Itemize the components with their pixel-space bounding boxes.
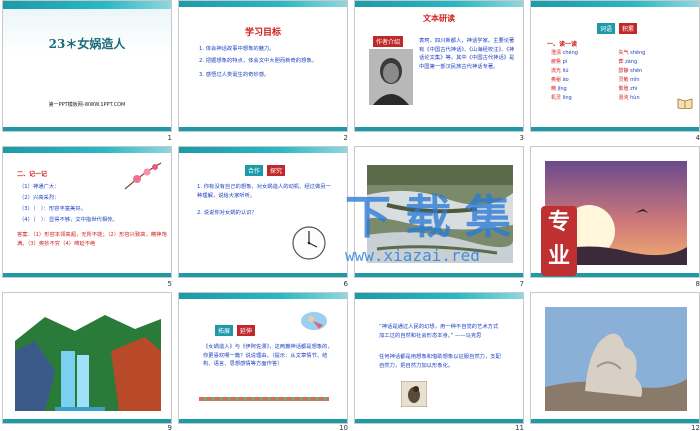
clock-icon — [292, 226, 326, 260]
slide-thumbnail-5[interactable]: 二、记一记 （1）神通广大： （2）兴高采烈： （3）（ ）：形容丰富美好。 （… — [2, 146, 172, 278]
slide-title: 23＊女娲造人 — [48, 37, 126, 51]
slide-top-bar — [355, 293, 523, 299]
book-icon — [677, 98, 693, 109]
slide-list-item: 1. 你有没有自己的想象，对女娲造人的动机、经过做另一种理解，说给大家听听。 — [197, 184, 331, 199]
slide-heading: 文本研读 — [423, 14, 455, 23]
slide-list-item: （3）（ ）：形容丰富美好。 — [19, 206, 86, 212]
slide-bottom-bar — [355, 127, 523, 131]
vocab-word: 疲惫 pí — [551, 59, 568, 65]
slide-list-item: 2. 把握想象的特点，体会文中大胆而新奇的想象。 — [199, 58, 317, 64]
vocab-word: 失气 shēng — [618, 50, 646, 56]
slide-bottom-bar — [3, 273, 171, 277]
extend-tag-2: 延伸 — [237, 325, 256, 336]
slide-list-item: （2）兴高采烈： — [19, 195, 60, 201]
waterfall-illustration — [15, 311, 161, 411]
slide-thumbnail-7[interactable] — [354, 146, 524, 278]
coop-tag-1: 合作 — [245, 165, 264, 176]
slide-number: 1 — [167, 134, 172, 142]
slide-number: 12 — [691, 424, 700, 431]
vocab-word: 奥秘 ào — [551, 77, 569, 83]
flower-border — [199, 397, 329, 401]
slide-list-item: （1）神通广大： — [19, 184, 60, 190]
slide-thumbnail-2[interactable]: 学习目标 1. 体会神话故事中想象的魅力。 2. 把握想象的特点，体会文中大胆而… — [178, 0, 348, 132]
vocab-word: 繁殖 zhí — [618, 86, 638, 92]
vocab-word: 醇静 shēn — [618, 68, 643, 74]
extend-tag-1: 拓展 — [215, 325, 234, 336]
quote-text: “神话是通过人民的幻想，用一种不自觉的艺术方式加工过的自然和社会形态本身。” —… — [379, 324, 499, 339]
slide-bottom-bar — [179, 273, 347, 277]
slide-list-item: 1. 体会神话故事中想象的魅力。 — [199, 46, 275, 52]
slide-thumbnail-9[interactable] — [2, 292, 172, 424]
vocab-word: 机灵 líng — [551, 95, 572, 101]
slide-top-bar — [355, 1, 523, 7]
author-tag: 作者介绍 — [373, 36, 404, 47]
slide-bottom-bar — [531, 127, 699, 131]
section-heading: 一、读一读 — [547, 41, 578, 48]
vocab-word: 混沌 hùn — [618, 95, 640, 101]
slide-top-bar — [179, 147, 347, 153]
slide-list-item: 2. 说说你对女娲的认识？ — [197, 210, 257, 216]
slide-thumbnail-10[interactable]: 拓展 延伸 《女娲造人》与《伊阿佐漫》，这两篇神话都是想象的，你更喜欢哪一篇？说… — [178, 292, 348, 424]
author-portrait — [369, 49, 413, 105]
slide-bottom-bar — [179, 127, 347, 131]
slide-number: 11 — [515, 424, 524, 431]
slide-top-bar — [179, 1, 347, 7]
slide-number: 6 — [343, 280, 348, 288]
section-heading: 二、记一记 — [17, 171, 48, 178]
slide-number: 3 — [519, 134, 524, 142]
slide-number: 5 — [167, 280, 172, 288]
vocab-word: 灵敏 mǐn — [618, 77, 640, 83]
slide-bottom-bar — [355, 273, 523, 277]
landscape-photo — [367, 165, 513, 263]
slide-thumbnail-12[interactable] — [530, 292, 700, 424]
fairy-icon — [301, 312, 327, 330]
slide-top-bar — [531, 1, 699, 7]
author-bio: 袁珂，四川新都人，神话学家。主要论著有《中国古代神话》、《山海经校注》、《神话论… — [419, 38, 515, 70]
slide-top-bar — [3, 147, 171, 153]
slide-list-item: （4）（ ）：显得不够，文中指世代相传。 — [19, 217, 118, 223]
vocab-tag-2: 积累 — [619, 23, 638, 34]
slide-thumbnail-1[interactable]: 23＊女娲造人 第一PPT模板网-WWW.1PPT.COM — [2, 0, 172, 132]
slide-thumbnail-11[interactable]: “神话是通过人民的幻想，用一种不自觉的艺术方式加工过的自然和社会形态本身。” —… — [354, 292, 524, 424]
slide-number: 9 — [167, 424, 172, 431]
bird-picture — [401, 381, 427, 407]
slide-number: 7 — [519, 280, 524, 288]
slide-number: 8 — [695, 280, 700, 288]
slide-bottom-bar — [179, 419, 347, 423]
vocab-tag-1: 词语 — [597, 23, 616, 34]
coop-tag-2: 探究 — [267, 165, 286, 176]
slide-thumbnail-6[interactable]: 合作 探究 1. 你有没有自己的想象，对女娲造人的动机、经过做另一种理解，说给大… — [178, 146, 348, 278]
slide-top-bar — [179, 293, 347, 299]
slide-thumbnail-3[interactable]: 文本研读 作者介绍 袁珂，四川新都人，神话学家。主要论著有《中国古代神话》、《山… — [354, 0, 524, 132]
slide-thumbnail-8[interactable] — [530, 146, 700, 278]
vocab-word: 流光 liú — [551, 68, 569, 74]
slide-thumbnail-4[interactable]: 词语 积累 一、读一读 澄清 chéng 失气 shēng 疲惫 pí 葬 zà… — [530, 0, 700, 132]
slide-heading: 学习目标 — [244, 28, 281, 38]
slide-bottom-bar — [355, 419, 523, 423]
slide-top-bar — [3, 1, 171, 9]
slide-bottom-bar — [531, 273, 699, 277]
rock-photo — [545, 307, 687, 411]
slide-bottom-bar — [3, 419, 171, 423]
slide-subtitle: 第一PPT模板网-WWW.1PPT.COM — [48, 102, 126, 108]
vocab-word: 澄清 chéng — [551, 50, 578, 56]
vocab-word: 精 jīng — [551, 86, 567, 92]
slide-number: 10 — [339, 424, 348, 431]
slide-body: 任何神话都是用想象和借助想象以征服自然力，支配自然力，把自然力加以形象化。 — [379, 354, 501, 369]
vocab-grid: 澄清 chéng 失气 shēng 疲惫 pí 葬 zàng 流光 liú 醇静… — [551, 49, 686, 101]
sunset-photo — [545, 161, 687, 265]
slide-number: 2 — [343, 134, 348, 142]
slide-list-item: 3. 感悟过人类诞生的奇妙感。 — [199, 72, 270, 78]
slide-bottom-bar — [531, 419, 699, 423]
slide-body: 《女娲造人》与《伊阿佐漫》，这两篇神话都是想象的，你更喜欢哪一篇？说说理由。（提… — [203, 344, 333, 367]
slide-background — [3, 1, 171, 131]
slide-number: 4 — [695, 134, 700, 142]
answer-text: 答案：（1）形容本领高超，无所不能；（2）形容兴致高，精神饱满。（3）奥妙不穷（… — [17, 232, 167, 247]
vocab-word: 葬 zàng — [618, 59, 638, 65]
slide-bottom-bar — [3, 127, 171, 131]
